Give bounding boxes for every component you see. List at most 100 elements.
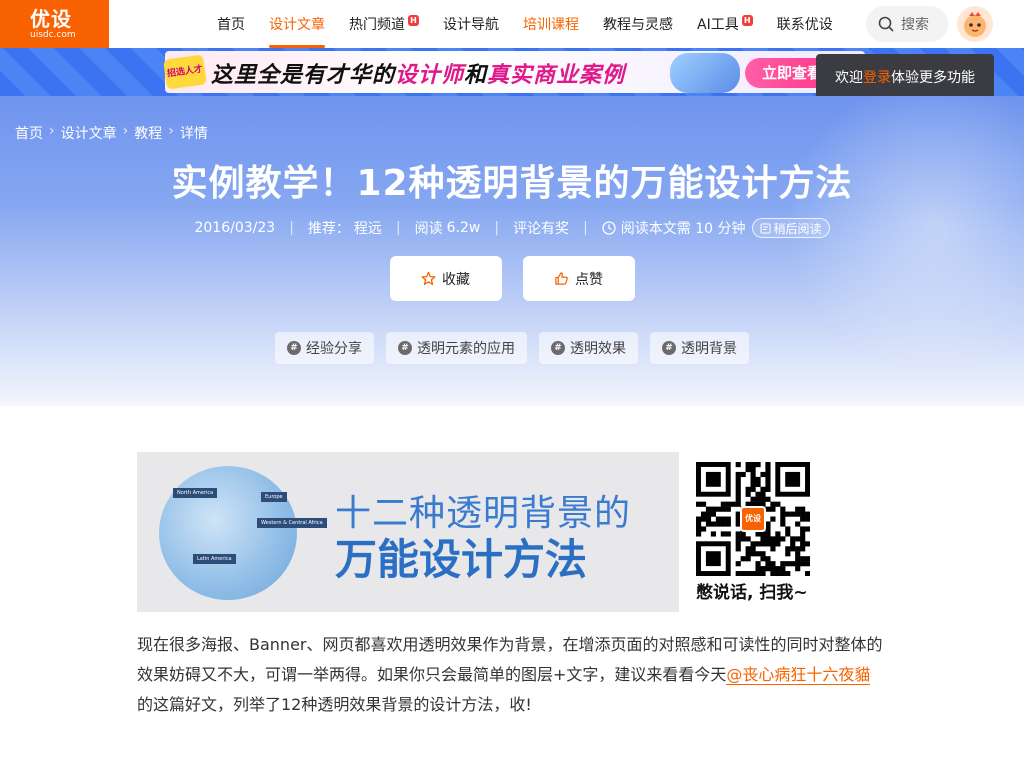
- nav-item[interactable]: 首页: [217, 0, 245, 48]
- qr-code-block: 优设 憋说话, 扫我~: [696, 462, 814, 607]
- main-nav: 首页 设计文章 热门频道 H 设计导航 培训课程 教程与灵感 AI工具 H 联系优设: [217, 0, 857, 48]
- favorite-button[interactable]: 收藏: [389, 256, 502, 301]
- nav-item[interactable]: 培训课程: [523, 0, 579, 48]
- author-mention-link[interactable]: @丧心病狂十六夜貓: [726, 665, 871, 685]
- read-later-label: 稍后阅读: [773, 221, 822, 236]
- qr-code: 优设: [696, 462, 811, 577]
- nav-item-label: 教程与灵感: [603, 17, 673, 33]
- promo-text-3: 和: [464, 63, 488, 88]
- nav-item-label: 设计文章: [269, 17, 325, 33]
- chevron-right-icon: ›: [49, 123, 55, 139]
- meta-divider: |: [395, 220, 401, 236]
- like-label: 点赞: [575, 271, 603, 288]
- meta-divider: |: [494, 220, 500, 236]
- nav-item[interactable]: 设计文章: [269, 0, 325, 48]
- read-count: 6.2w: [446, 220, 481, 236]
- article-intro: 现在很多海报、Banner、网页都喜欢用透明效果作为背景，在增添页面的对照感和可…: [137, 630, 889, 720]
- qr-logo: 优设: [740, 506, 766, 532]
- article-actions: 收藏 点赞: [0, 256, 1024, 301]
- globe-label: Europe: [261, 492, 287, 502]
- nav-item[interactable]: 热门频道 H: [349, 0, 419, 48]
- top-header: 优设 uisdc.com 首页 设计文章 热门频道 H 设计导航 培训课程 教程与灵感 AI工…: [0, 0, 1024, 48]
- search-button[interactable]: 搜索: [866, 6, 948, 42]
- hashtag-icon: #: [662, 341, 676, 355]
- nav-item-label: AI工具: [697, 17, 739, 33]
- site-logo[interactable]: 优设 uisdc.com: [0, 0, 109, 48]
- promo-text-4: 真实商业案例: [487, 63, 626, 88]
- globe-label: Latin America: [193, 554, 236, 564]
- tag-label: 透明背景: [681, 341, 737, 357]
- read-time: 阅读本文需 10 分钟: [620, 221, 746, 237]
- hashtag-icon: #: [398, 341, 412, 355]
- article-hero: 首页 › 设计文章 › 教程 › 详情 实例教学！12种透明背景的万能设计方法 …: [0, 96, 1024, 406]
- intro-text-2: 的这篇好文，列举了12种透明效果背景的设计方法，收!: [137, 695, 532, 714]
- breadcrumb-detail: 详情: [179, 126, 208, 142]
- meta-divider: |: [583, 220, 588, 236]
- globe-illustration: North America Europe Western & Central A…: [159, 466, 327, 600]
- avatar[interactable]: [957, 6, 993, 42]
- promo-tag: 招选人才: [163, 54, 207, 90]
- promo-headline: 这里全是有才华的设计师和真实商业案例: [211, 57, 625, 89]
- cover-heading-2: 万能设计方法: [335, 535, 588, 584]
- chevron-right-icon: ›: [122, 123, 129, 139]
- search-icon: [878, 16, 894, 32]
- read-later-button[interactable]: 稍后阅读: [751, 218, 830, 238]
- star-icon: [421, 271, 436, 285]
- article-meta: 2016/03/23 | 推荐： 程远 | 阅读 6.2w | 评论有奖 | 阅…: [0, 218, 1024, 238]
- logo-domain: uisdc.com: [30, 30, 76, 40]
- search-label: 搜索: [901, 17, 929, 33]
- tooltip-post: 体验更多功能: [891, 70, 975, 86]
- comment-link[interactable]: 评论有奖: [513, 218, 569, 238]
- clock-icon: [602, 221, 616, 235]
- hashtag-icon: #: [287, 341, 301, 355]
- tag-list: # 经验分享 # 透明元素的应用 # 透明效果 # 透明背景: [0, 332, 1024, 364]
- thumbs-up-icon: [555, 272, 568, 285]
- breadcrumb-articles[interactable]: 设计文章: [61, 123, 117, 143]
- nav-item-label: 热门频道: [349, 17, 405, 33]
- nav-item[interactable]: 教程与灵感: [603, 0, 673, 48]
- tag-item[interactable]: # 经验分享: [275, 332, 374, 364]
- tooltip-login-link[interactable]: 登录: [863, 70, 891, 86]
- nav-item[interactable]: 联系优设: [777, 0, 833, 48]
- hot-badge-icon: H: [741, 14, 753, 26]
- meta-divider: |: [289, 220, 294, 236]
- tag-label: 经验分享: [306, 341, 362, 357]
- recommender-link[interactable]: 程远: [354, 218, 382, 238]
- promo-illustration: [670, 53, 740, 93]
- nav-item-label: 培训课程: [523, 17, 579, 33]
- article-cover-image: North America Europe Western & Central A…: [137, 452, 679, 612]
- hot-badge-icon: H: [408, 14, 419, 26]
- globe-label: North America: [173, 488, 218, 498]
- breadcrumb-tutorial[interactable]: 教程: [134, 123, 162, 143]
- hashtag-icon: #: [551, 341, 565, 355]
- nav-item-label: 联系优设: [776, 17, 833, 33]
- chevron-right-icon: ›: [168, 123, 174, 139]
- breadcrumb-home[interactable]: 首页: [15, 123, 43, 143]
- login-tooltip: 欢迎登录体验更多功能: [816, 54, 994, 102]
- tag-item[interactable]: # 透明背景: [650, 332, 749, 364]
- qr-caption: 憋说话, 扫我~: [696, 583, 808, 603]
- recommend-label: 推荐：: [307, 221, 350, 237]
- promo-content: 招选人才 这里全是有才华的设计师和真实商业案例 立即查看: [163, 51, 865, 93]
- tooltip-pre: 欢迎: [835, 70, 863, 86]
- breadcrumb: 首页 › 设计文章 › 教程 › 详情: [15, 123, 208, 143]
- favorite-label: 收藏: [442, 271, 470, 288]
- tag-label: 透明元素的应用: [417, 341, 515, 357]
- promo-text-2: 设计师: [395, 63, 465, 88]
- logo-text: 优设: [30, 7, 72, 31]
- publish-date: 2016/03/23: [194, 220, 276, 236]
- mascot-icon: [964, 12, 986, 37]
- nav-item[interactable]: AI工具 H: [697, 0, 753, 48]
- nav-item-label: 设计导航: [443, 17, 499, 33]
- globe-label: Western & Central Africa: [257, 518, 327, 528]
- promo-text-1: 这里全是有才华的: [211, 63, 396, 88]
- nav-item-label: 首页: [217, 17, 245, 33]
- nav-item[interactable]: 设计导航: [443, 0, 499, 48]
- read-label: 阅读: [414, 221, 443, 237]
- tag-label: 透明效果: [570, 341, 626, 357]
- bookmark-list-icon: [760, 223, 770, 233]
- tag-item[interactable]: # 透明元素的应用: [386, 332, 527, 364]
- like-button[interactable]: 点赞: [522, 256, 635, 301]
- page-title: 实例教学！12种透明背景的万能设计方法: [171, 163, 853, 204]
- tag-item[interactable]: # 透明效果: [539, 332, 638, 364]
